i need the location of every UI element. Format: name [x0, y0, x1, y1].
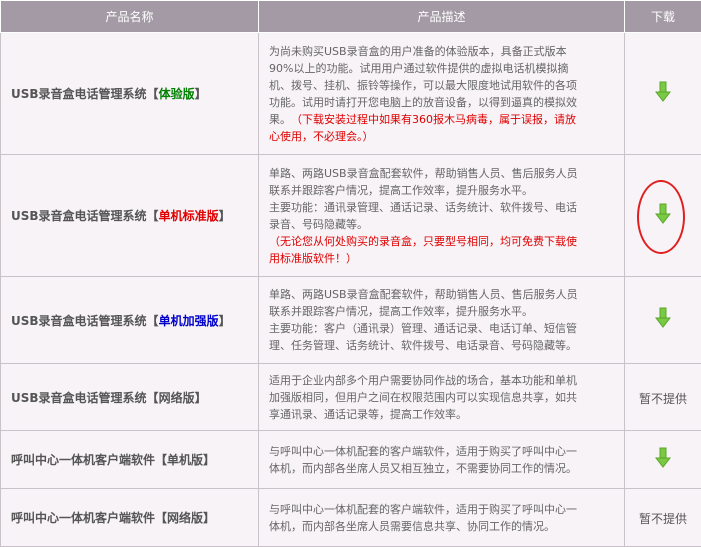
desc-line: 享通讯录、通话记录等，提高工作效率。 [269, 408, 467, 421]
download-cell [625, 33, 701, 155]
edition-label: 网络版 [167, 511, 203, 525]
desc-line: 体机，而内部各坐席人员又相互独立，不需要协同工作的情况。 [269, 462, 577, 475]
desc-line: 果。 [269, 113, 286, 126]
edition-bracket-open: 【 [147, 314, 159, 328]
product-desc-cell: 单路、两路USB录音盒配套软件，帮助销售人员、售后服务人员联系并跟踪客户情况，提… [259, 155, 625, 277]
download-arrow-icon[interactable] [655, 447, 671, 469]
desc-note: （无论您从何处购买的录音盒，只要型号相同，均可免费下载使 [269, 235, 577, 248]
edition-label: 网络版 [159, 391, 195, 405]
product-name-cell: USB录音盒电话管理系统【网络版】 [1, 364, 259, 431]
download-table: 产品名称 产品描述 下载 USB录音盒电话管理系统【体验版】为尚未购买USB录音… [0, 0, 701, 547]
edition-bracket-close: 】 [219, 209, 231, 223]
desc-line: 加强版相同，但用户之间在权限范围内可以实现信息共享，如共 [269, 391, 577, 404]
product-name: USB录音盒电话管理系统 [11, 209, 147, 223]
download-cell [625, 431, 701, 489]
download-cell [625, 277, 701, 364]
edition-bracket-close: 】 [219, 314, 231, 328]
desc-note: 心使用，不必理会。） [269, 130, 374, 143]
download-arrow-icon[interactable] [655, 81, 671, 103]
product-desc-cell: 适用于企业内部多个用户需要协同作战的场合，基本功能和单机加强版相同，但用户之间在… [259, 364, 625, 431]
edition-bracket-open: 【 [155, 453, 167, 467]
desc-note: 用标准版软件！） [269, 252, 357, 265]
desc-line: 功能。试用时请打开您电脑上的放音设备，以得到逼真的模拟效 [269, 96, 577, 109]
product-name-cell: USB录音盒电话管理系统【体验版】 [1, 33, 259, 155]
download-cell: 暂不提供 [625, 489, 701, 547]
product-name-cell: USB录音盒电话管理系统【单机加强版】 [1, 277, 259, 364]
desc-line: 为尚未购买USB录音盒的用户准备的体验版本，具备正式版本 [269, 45, 567, 58]
product-desc-cell: 与呼叫中心一体机配套的客户端软件，适用于购买了呼叫中心一体机，而内部各坐席人员需… [259, 489, 625, 547]
edition-bracket-open: 【 [147, 391, 159, 405]
edition-bracket-open: 【 [147, 87, 159, 101]
edition-bracket-close: 】 [195, 391, 207, 405]
download-arrow-icon[interactable] [655, 203, 671, 225]
not-available-label: 暂不提供 [639, 392, 687, 406]
edition-bracket-open: 【 [147, 209, 159, 223]
edition-label: 单机标准版 [159, 209, 219, 223]
desc-line: 理、任务管理、话务统计、软件拨号、电话录音、号码隐藏等。 [269, 339, 577, 352]
table-row: USB录音盒电话管理系统【网络版】适用于企业内部多个用户需要协同作战的场合，基本… [1, 364, 701, 431]
edition-bracket-close: 】 [203, 453, 215, 467]
edition-bracket-close: 】 [203, 511, 215, 525]
table-row: 呼叫中心一体机客户端软件【网络版】与呼叫中心一体机配套的客户端软件，适用于购买了… [1, 489, 701, 547]
desc-note: （下载安装过程中如果有360报木马病毒，属于误报，请放 [297, 113, 577, 126]
download-cell: 暂不提供 [625, 364, 701, 431]
product-name: 呼叫中心一体机客户端软件 [11, 453, 155, 467]
desc-line: 90%以上的功能。试用用户通过软件提供的虚拟电话机模拟摘 [269, 62, 568, 75]
download-cell [625, 155, 701, 277]
product-name: USB录音盒电话管理系统 [11, 391, 147, 405]
product-desc-cell: 与呼叫中心一体机配套的客户端软件，适用于购买了呼叫中心一体机，而内部各坐席人员又… [259, 431, 625, 489]
desc-line: 主要功能：客户（通讯录）管理、通话记录、电话订单、短信管 [269, 322, 577, 335]
product-name-cell: 呼叫中心一体机客户端软件【网络版】 [1, 489, 259, 547]
table-row: USB录音盒电话管理系统【单机加强版】单路、两路USB录音盒配套软件，帮助销售人… [1, 277, 701, 364]
product-name: USB录音盒电话管理系统 [11, 87, 147, 101]
edition-label: 单机版 [167, 453, 203, 467]
product-desc-cell: 单路、两路USB录音盒配套软件，帮助销售人员、售后服务人员联系并跟踪客户情况，提… [259, 277, 625, 364]
header-product-desc: 产品描述 [259, 1, 625, 33]
table-row: USB录音盒电话管理系统【体验版】为尚未购买USB录音盒的用户准备的体验版本，具… [1, 33, 701, 155]
desc-line: 与呼叫中心一体机配套的客户端软件，适用于购买了呼叫中心一 [269, 503, 577, 516]
edition-bracket-open: 【 [155, 511, 167, 525]
desc-line: 单路、两路USB录音盒配套软件，帮助销售人员、售后服务人员 [269, 167, 578, 180]
desc-line: 体机，而内部各坐席人员需要信息共享、协同工作的情况。 [269, 520, 555, 533]
table-body: USB录音盒电话管理系统【体验版】为尚未购买USB录音盒的用户准备的体验版本，具… [1, 33, 701, 547]
product-name: USB录音盒电话管理系统 [11, 314, 147, 328]
edition-bracket-close: 】 [195, 87, 207, 101]
table-row: 呼叫中心一体机客户端软件【单机版】与呼叫中心一体机配套的客户端软件，适用于购买了… [1, 431, 701, 489]
desc-line: 录音、号码隐藏等。 [269, 218, 368, 231]
product-name: 呼叫中心一体机客户端软件 [11, 511, 155, 525]
desc-line: 与呼叫中心一体机配套的客户端软件，适用于购买了呼叫中心一 [269, 445, 577, 458]
edition-label: 单机加强版 [159, 314, 219, 328]
product-name-cell: 呼叫中心一体机客户端软件【单机版】 [1, 431, 259, 489]
product-name-cell: USB录音盒电话管理系统【单机标准版】 [1, 155, 259, 277]
desc-line: 机、拨号、挂机、振铃等操作，可以最大限度地试用软件的各项 [269, 79, 577, 92]
header-download: 下载 [625, 1, 701, 33]
table-header-row: 产品名称 产品描述 下载 [1, 1, 701, 33]
desc-line: 单路、两路USB录音盒配套软件，帮助销售人员、售后服务人员 [269, 288, 578, 301]
desc-line: 联系并跟踪客户情况，提高工作效率，提升服务水平。 [269, 305, 533, 318]
product-desc-cell: 为尚未购买USB录音盒的用户准备的体验版本，具备正式版本 90%以上的功能。试用用… [259, 33, 625, 155]
download-arrow-icon[interactable] [655, 307, 671, 329]
table-row: USB录音盒电话管理系统【单机标准版】单路、两路USB录音盒配套软件，帮助销售人… [1, 155, 701, 277]
desc-line: 主要功能：通讯录管理、通话记录、话务统计、软件拨号、电话 [269, 201, 577, 214]
desc-line: 适用于企业内部多个用户需要协同作战的场合，基本功能和单机 [269, 374, 577, 387]
header-product-name: 产品名称 [1, 1, 259, 33]
edition-label: 体验版 [159, 87, 195, 101]
desc-line: 联系并跟踪客户情况，提高工作效率，提升服务水平。 [269, 184, 533, 197]
not-available-label: 暂不提供 [639, 512, 687, 526]
